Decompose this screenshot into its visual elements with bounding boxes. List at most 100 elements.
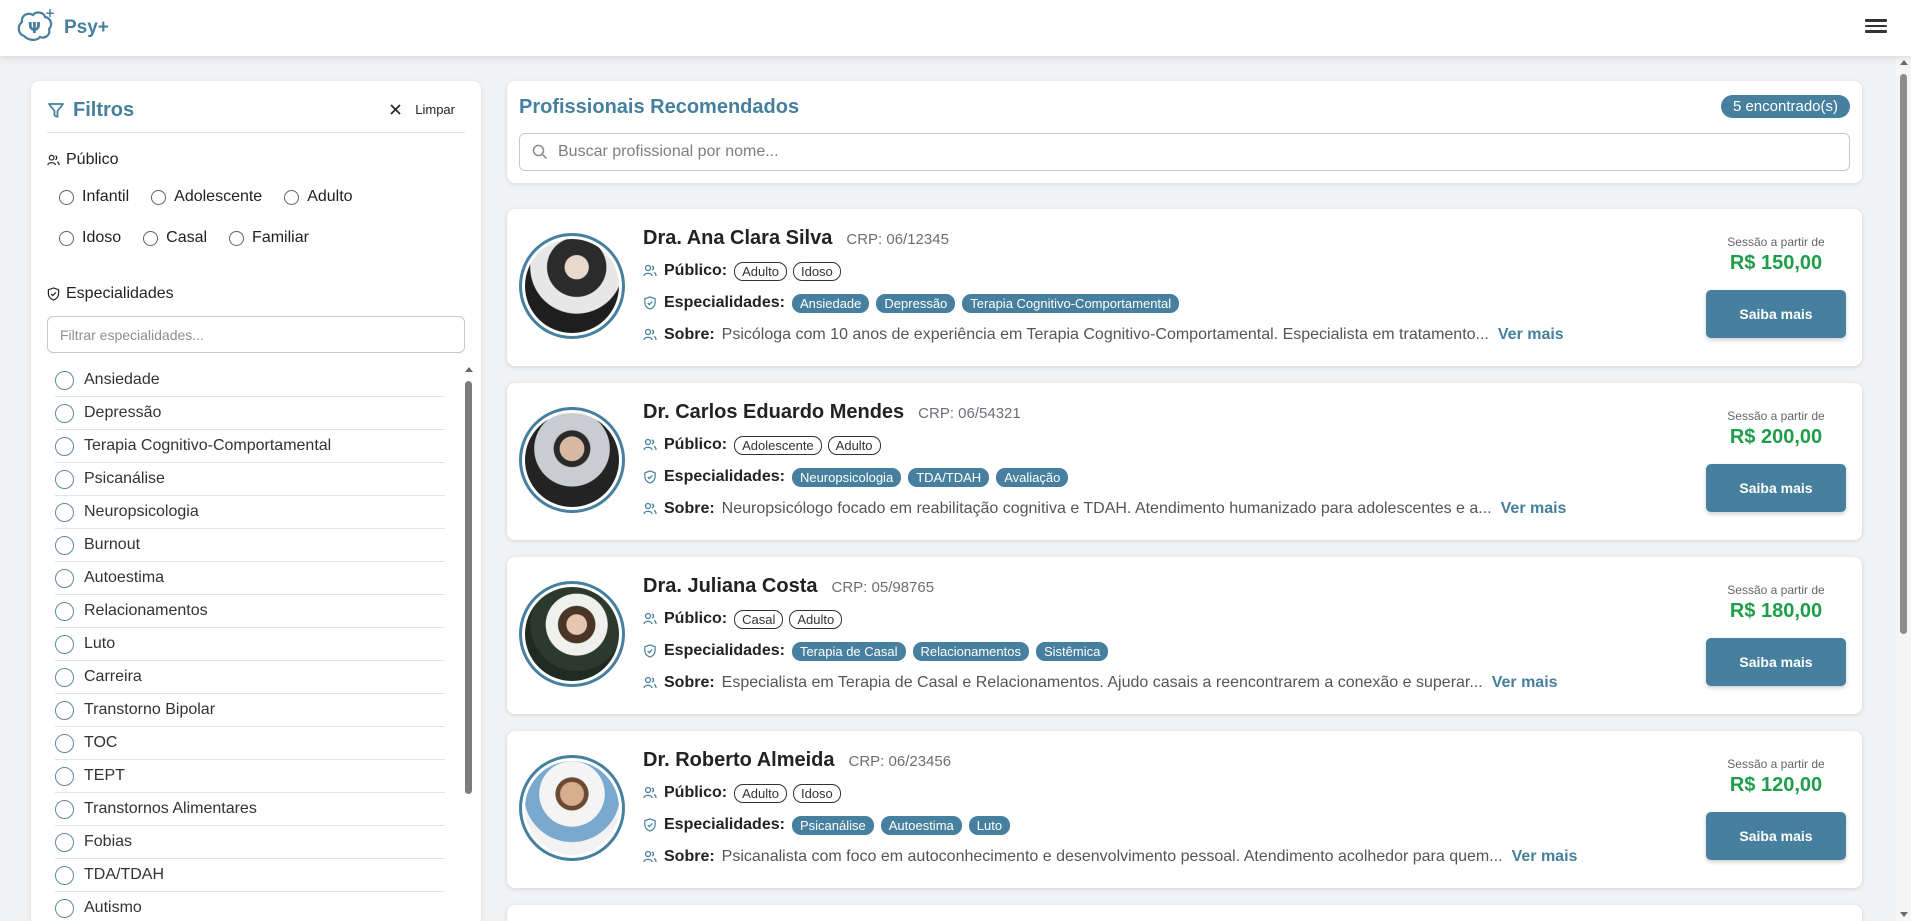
- especialidade-item[interactable]: Depressão: [55, 397, 445, 430]
- filters-panel: Filtros Limpar Público Infantil Adolesce…: [31, 81, 481, 921]
- scroll-up-arrow-icon[interactable]: [1900, 60, 1908, 65]
- ver-mais-link[interactable]: Ver mais: [1512, 848, 1578, 866]
- avatar[interactable]: [519, 581, 625, 687]
- users-icon: [643, 786, 657, 799]
- search-input[interactable]: [558, 134, 1838, 170]
- search-box[interactable]: [519, 133, 1850, 171]
- especialidade-item[interactable]: Autismo: [55, 892, 445, 921]
- sobre-line: Sobre: Psicóloga com 10 anos de experiên…: [643, 319, 1662, 351]
- checkbox[interactable]: [55, 634, 74, 654]
- ver-mais-link[interactable]: Ver mais: [1492, 674, 1558, 692]
- checkbox[interactable]: [55, 799, 74, 819]
- filters-header: Filtros Limpar: [47, 99, 465, 133]
- avatar[interactable]: [519, 233, 625, 339]
- checkbox[interactable]: [55, 733, 74, 753]
- ver-mais-link[interactable]: Ver mais: [1501, 500, 1567, 518]
- especialidade-item[interactable]: Burnout: [55, 529, 445, 562]
- scrollbar-thumb[interactable]: [465, 381, 472, 794]
- professional-name[interactable]: Dra. Ana Clara Silva: [643, 227, 832, 250]
- checkbox[interactable]: [55, 832, 74, 852]
- especialidade-item[interactable]: Ansiedade: [55, 364, 445, 397]
- search-icon: [532, 144, 548, 160]
- especialidade-item[interactable]: Transtorno Bipolar: [55, 694, 445, 727]
- filters-title: Filtros: [47, 99, 134, 122]
- especialidade-item[interactable]: Autoestima: [55, 562, 445, 595]
- checkbox[interactable]: [55, 700, 74, 720]
- especialidades-scrollbar[interactable]: [465, 364, 473, 921]
- saiba-mais-button[interactable]: Saiba mais: [1706, 812, 1846, 860]
- professional-name[interactable]: Dra. Juliana Costa: [643, 575, 818, 598]
- sobre-text: Psicanalista com foco em autoconheciment…: [721, 848, 1503, 865]
- avatar[interactable]: [519, 407, 625, 513]
- scroll-up-arrow-icon[interactable]: [465, 367, 473, 372]
- checkbox[interactable]: [55, 535, 74, 555]
- radio-adulto[interactable]: Adulto: [284, 188, 353, 206]
- sobre-label: Sobre:: [664, 326, 715, 343]
- radio-idoso[interactable]: Idoso: [59, 229, 121, 247]
- svg-text:+: +: [45, 6, 55, 20]
- sobre-text: Psicóloga com 10 anos de experiência em …: [721, 326, 1489, 343]
- avatar[interactable]: [519, 755, 625, 861]
- especialidades-title-text: Especialidades: [66, 285, 174, 302]
- especialidade-item[interactable]: Fobias: [55, 826, 445, 859]
- publico-label: Público:: [664, 784, 728, 801]
- especialidade-label: TDA/TDAH: [84, 866, 164, 883]
- especialidade-item[interactable]: Neuropsicologia: [55, 496, 445, 529]
- publico-chip: Adulto: [827, 435, 881, 455]
- saiba-mais-button[interactable]: Saiba mais: [1706, 464, 1846, 512]
- radio-adolescente[interactable]: Adolescente: [151, 188, 262, 206]
- especialidade-item[interactable]: TEPT: [55, 760, 445, 793]
- scroll-down-arrow-icon[interactable]: [1900, 912, 1908, 917]
- especialidade-item[interactable]: Relacionamentos: [55, 595, 445, 628]
- checkbox[interactable]: [55, 370, 74, 390]
- radio-infantil[interactable]: Infantil: [59, 188, 129, 206]
- ver-mais-link[interactable]: Ver mais: [1498, 326, 1564, 344]
- checkbox[interactable]: [55, 865, 74, 885]
- professional-name[interactable]: Dr. Roberto Almeida: [643, 749, 835, 772]
- publico-chip: Adulto: [734, 783, 787, 803]
- checkbox[interactable]: [55, 898, 74, 918]
- app-name: Psy+: [64, 17, 109, 38]
- users-icon: [643, 676, 657, 689]
- checkbox[interactable]: [55, 601, 74, 621]
- checkbox[interactable]: [55, 766, 74, 786]
- especialidades-label: Especialidades:: [664, 816, 785, 833]
- publico-line: Público: Adulto Idoso: [643, 777, 1662, 809]
- checkbox[interactable]: [55, 568, 74, 588]
- professional-card: Dr. Roberto Almeida CRP: 06/23456 Público…: [507, 731, 1862, 888]
- saiba-mais-button[interactable]: Saiba mais: [1706, 638, 1846, 686]
- price-box: Sessão a partir de R$ 120,00: [1706, 757, 1846, 797]
- price-box: Sessão a partir de R$ 150,00: [1706, 235, 1846, 275]
- checkbox[interactable]: [55, 403, 74, 423]
- especialidade-item[interactable]: Carreira: [55, 661, 445, 694]
- especialidades-filter-input[interactable]: [47, 316, 465, 353]
- publico-line: Público: Adulto Idoso: [643, 255, 1662, 287]
- radio-casal[interactable]: Casal: [143, 229, 207, 247]
- scrollbar-thumb[interactable]: [1900, 74, 1907, 634]
- especialidade-item[interactable]: Terapia Cognitivo-Comportamental: [55, 430, 445, 463]
- hamburger-menu-icon[interactable]: [1865, 16, 1887, 38]
- professional-info: Dra. Ana Clara Silva CRP: 06/12345 Públic…: [643, 227, 1662, 351]
- page-scrollbar[interactable]: [1896, 56, 1911, 921]
- especialidade-label: Carreira: [84, 668, 142, 685]
- especialidade-item[interactable]: Luto: [55, 628, 445, 661]
- checkbox[interactable]: [55, 502, 74, 522]
- checkbox[interactable]: [55, 469, 74, 489]
- professional-name[interactable]: Dr. Carlos Eduardo Mendes: [643, 401, 904, 424]
- especialidade-item[interactable]: Transtornos Alimentares: [55, 793, 445, 826]
- especialidades-list: Ansiedade Depressão Terapia Cognitivo-Co…: [47, 364, 473, 921]
- price-box: Sessão a partir de R$ 200,00: [1706, 409, 1846, 449]
- radio-familiar[interactable]: Familiar: [229, 229, 309, 247]
- users-icon: [47, 154, 60, 165]
- checkbox[interactable]: [55, 436, 74, 456]
- especialidade-label: Burnout: [84, 536, 141, 553]
- especialidade-item[interactable]: TDA/TDAH: [55, 859, 445, 892]
- clear-filters-button[interactable]: Limpar: [390, 102, 455, 117]
- price-value: R$ 200,00: [1729, 426, 1823, 448]
- app-logo[interactable]: Ψ + Psy+: [14, 6, 109, 50]
- professional-card: Dra. Ana Clara Silva CRP: 06/12345 Públic…: [507, 209, 1862, 366]
- checkbox[interactable]: [55, 667, 74, 687]
- especialidade-item[interactable]: Psicanálise: [55, 463, 445, 496]
- especialidade-item[interactable]: TOC: [55, 727, 445, 760]
- saiba-mais-button[interactable]: Saiba mais: [1706, 290, 1846, 338]
